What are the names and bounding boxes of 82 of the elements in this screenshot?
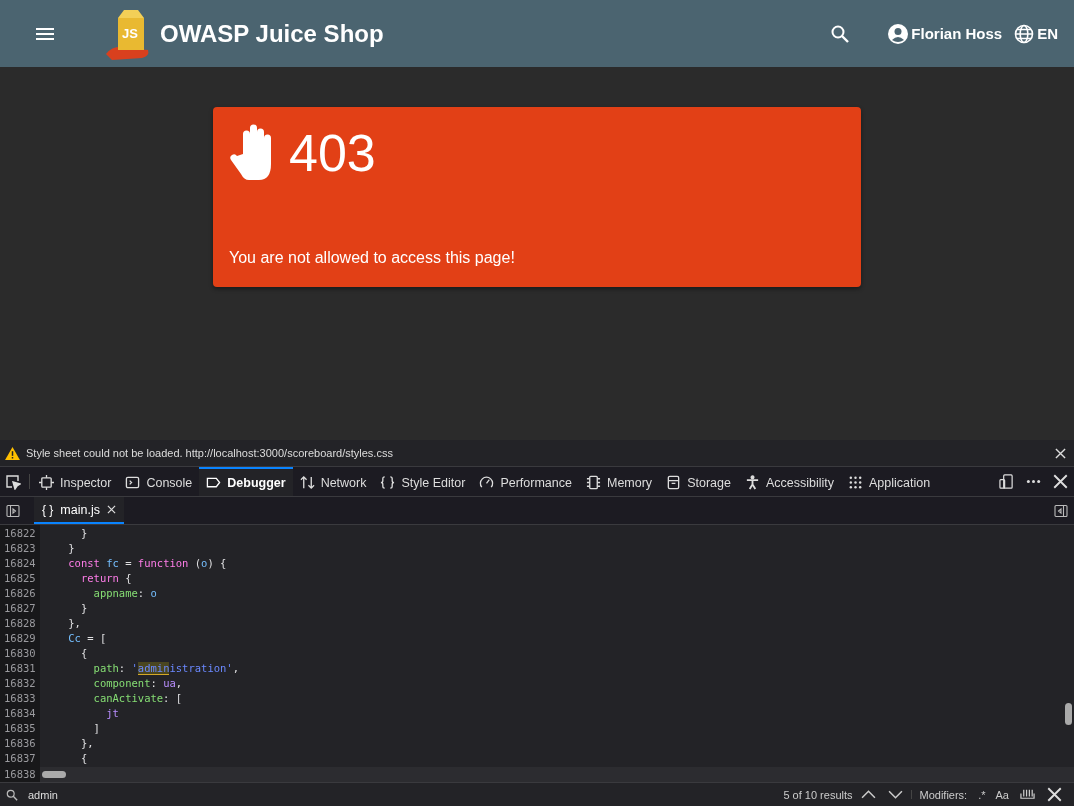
- devtools-tab[interactable]: Debugger: [199, 467, 293, 496]
- close-icon[interactable]: [1053, 474, 1068, 489]
- line-number: 16837: [3, 751, 37, 766]
- line-number: 16835: [3, 721, 37, 736]
- accessibility-icon: [744, 475, 760, 490]
- code-line: {: [79, 646, 89, 661]
- code-line: ]: [92, 721, 101, 736]
- search-results-count: 5 of 10 results: [783, 788, 853, 801]
- code-line: },: [67, 616, 82, 631]
- account-icon: [888, 23, 909, 44]
- case-sensitive-toggle[interactable]: Aa: [990, 788, 1014, 801]
- line-number: 16828: [3, 616, 37, 631]
- language-button[interactable]: EN: [1014, 23, 1058, 44]
- inspector-icon: [39, 475, 54, 490]
- code-line: appname: o: [92, 586, 158, 601]
- debugger-icon: [206, 475, 222, 490]
- devtools-tab[interactable]: Application: [841, 467, 938, 496]
- app-title[interactable]: OWASP Juice Shop: [160, 19, 384, 48]
- line-number: 16831: [3, 661, 37, 676]
- code-line: return {: [79, 571, 133, 586]
- code-line: }: [79, 526, 89, 541]
- line-number: 16833: [3, 691, 37, 706]
- devtools-tab[interactable]: Inspector: [32, 467, 119, 496]
- sidebar-toggle-icon[interactable]: [1054, 503, 1068, 518]
- code-line: {: [79, 751, 89, 766]
- console-icon: [125, 475, 141, 490]
- error-message: You are not allowed to access this page!: [229, 249, 516, 267]
- line-number: 16825: [3, 571, 37, 586]
- sidebar-toggle-icon[interactable]: [6, 503, 20, 518]
- modifiers-label: Modifiers:: [919, 788, 968, 801]
- source-tab[interactable]: { } main.js: [34, 497, 124, 524]
- gauge-icon: [479, 475, 495, 490]
- code-line: },: [79, 736, 95, 751]
- close-icon[interactable]: [1055, 447, 1066, 459]
- code-line: canActivate: [: [92, 691, 184, 706]
- code-line: component: ua,: [92, 676, 184, 691]
- code-line: Cc = [: [67, 631, 108, 646]
- responsive-design-icon[interactable]: [999, 474, 1014, 489]
- devtools-tab[interactable]: Storage: [659, 467, 738, 496]
- menu-icon[interactable]: [36, 27, 54, 40]
- code-line: const fc = function (o) {: [67, 556, 228, 571]
- devtools-tab[interactable]: Network: [292, 467, 374, 496]
- close-icon[interactable]: [1047, 787, 1062, 802]
- code-line: }: [79, 601, 89, 616]
- devtools-tab[interactable]: Accessibility: [737, 467, 841, 496]
- close-icon[interactable]: [106, 505, 116, 514]
- account-button[interactable]: Florian Hoss: [888, 23, 1003, 44]
- scrollbar-thumb[interactable]: [42, 771, 66, 778]
- line-number: 16830: [3, 646, 37, 661]
- devtools-tab[interactable]: Console: [118, 467, 200, 496]
- network-icon: [299, 475, 315, 490]
- storage-icon: [666, 475, 682, 490]
- globe-icon: [1014, 23, 1035, 44]
- notification-message: Style sheet could not be loaded. http://localhost:3000/scoreboard/styles.css: [26, 447, 393, 459]
- search-icon[interactable]: [830, 23, 851, 44]
- warning-icon: [5, 446, 20, 460]
- code-line: }: [67, 541, 76, 556]
- line-number: 16827: [3, 601, 37, 616]
- whole-word-icon[interactable]: [1020, 787, 1035, 802]
- line-number: 16823: [3, 541, 37, 556]
- search-icon: [6, 788, 18, 801]
- line-number: 16826: [3, 586, 37, 601]
- line-number: 16838: [0, 767, 40, 782]
- code-line: path: 'administration',: [92, 661, 240, 676]
- devtools-tab[interactable]: Style Editor: [373, 467, 473, 496]
- line-number: 16836: [3, 736, 37, 751]
- memory-chip-icon: [585, 475, 601, 490]
- devtools-tab[interactable]: Performance: [472, 467, 579, 496]
- line-number: 16829: [3, 631, 37, 646]
- line-number: 16832: [3, 676, 37, 691]
- line-number: 16824: [3, 556, 37, 571]
- regex-toggle[interactable]: .*: [973, 788, 991, 801]
- element-picker-icon[interactable]: [5, 473, 21, 490]
- scrollbar-thumb[interactable]: [1065, 703, 1072, 725]
- code-line: jt: [105, 706, 120, 721]
- braces-icon: [380, 475, 396, 490]
- search-field[interactable]: admin: [26, 787, 784, 802]
- line-number: 16834: [3, 706, 37, 721]
- error-code: 403: [289, 123, 376, 183]
- line-number: 16822: [3, 526, 37, 541]
- devtools-tab[interactable]: Memory: [578, 467, 660, 496]
- grid-icon: [848, 475, 863, 490]
